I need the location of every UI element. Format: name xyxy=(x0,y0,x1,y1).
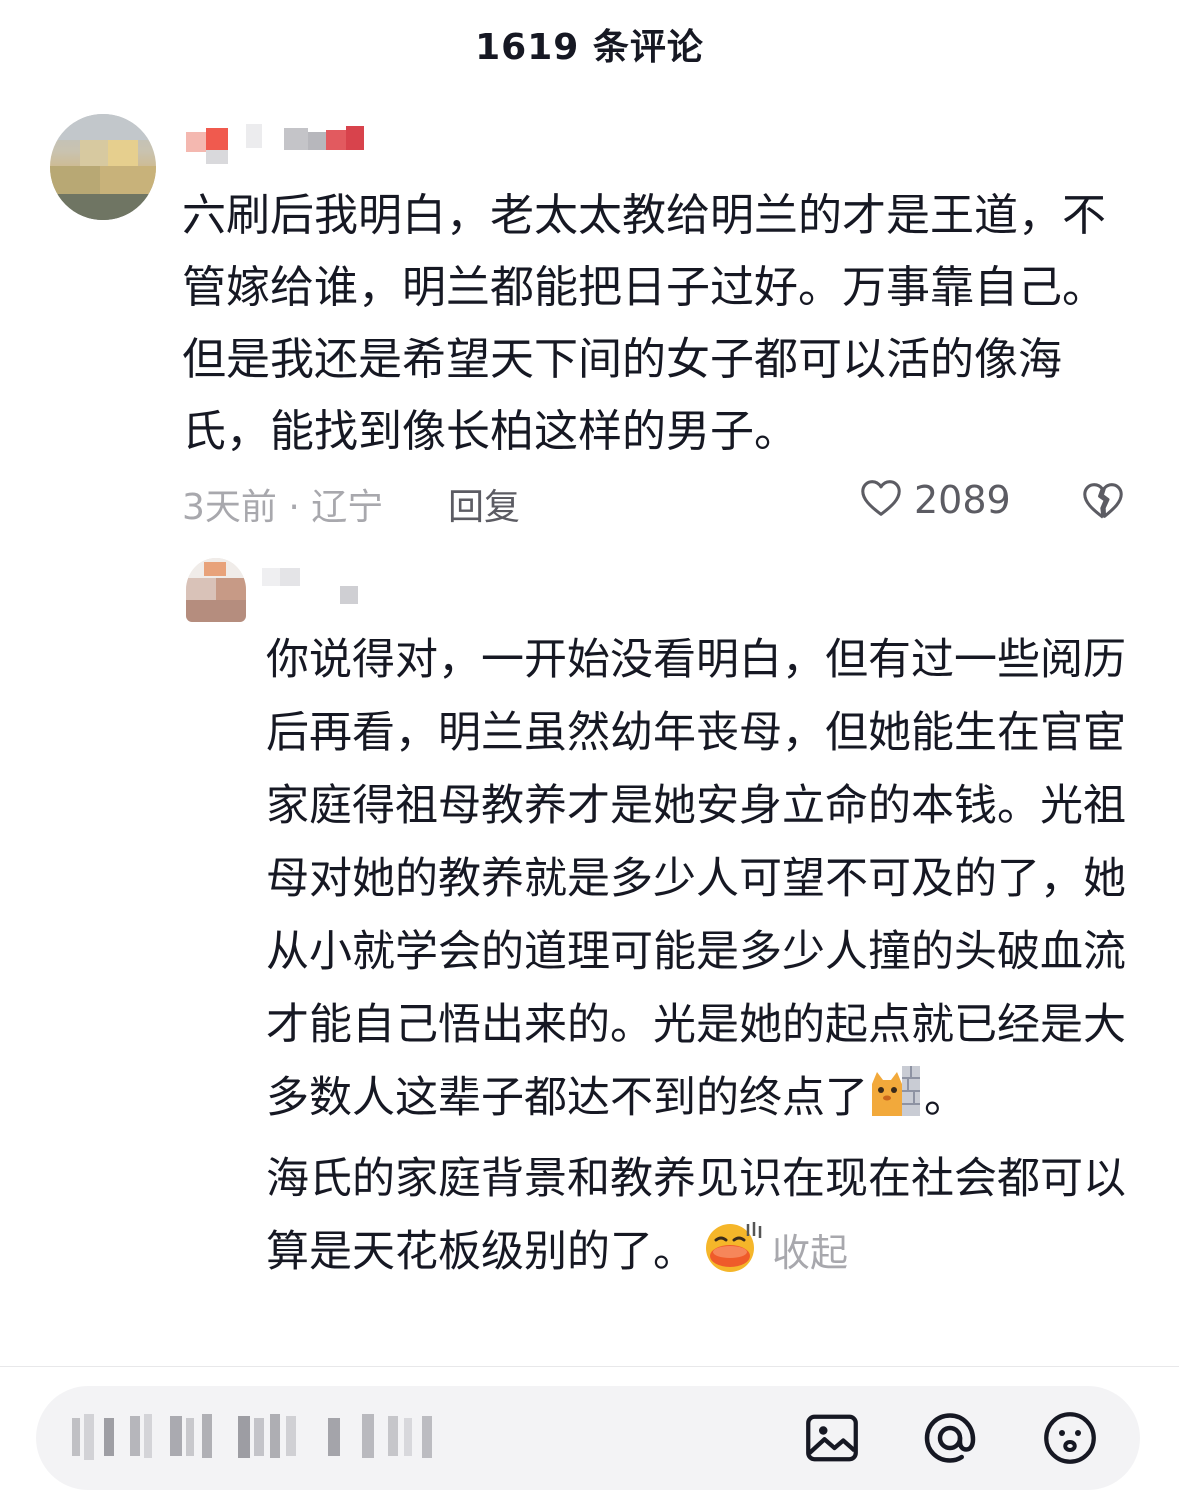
commenter-username-blurred[interactable] xyxy=(186,124,366,164)
comment-body: 六刷后我明白，老太太教给明兰的才是王道，不管嫁给谁，明兰都能把日子过好。万事靠自… xyxy=(182,190,1106,457)
input-divider xyxy=(0,1366,1179,1367)
image-icon[interactable] xyxy=(802,1408,862,1468)
reply-paragraph-1: 你说得对，一开始没看明白，但有过一些阅历后再看，明兰虽然幼年丧母，但她能生在官宦… xyxy=(266,624,1136,1143)
reply-button[interactable]: 回复 xyxy=(448,478,520,530)
broken-heart-icon[interactable] xyxy=(1078,478,1128,528)
commenter-avatar[interactable] xyxy=(50,114,156,220)
collapse-link[interactable]: 收起 xyxy=(772,1231,848,1275)
input-placeholder-blurred xyxy=(72,1414,442,1460)
reply-body: 你说得对，一开始没看明白，但有过一些阅历后再看，明兰虽然幼年丧母，但她能生在官宦… xyxy=(266,624,1136,1297)
at-icon[interactable] xyxy=(920,1408,980,1468)
like-count: 2089 xyxy=(914,478,1011,522)
sweating-duck-emoji xyxy=(702,1218,762,1297)
reply-paragraph-2: 海氏的家庭背景和教养见识在现在社会都可以算是天花板级别的了。 收起 xyxy=(266,1143,1136,1297)
like-button[interactable]: 2089 xyxy=(858,475,1011,525)
reply-username-blurred[interactable] xyxy=(262,566,362,606)
comments-count-title: 1619 条评论 xyxy=(475,27,704,68)
heart-outline-icon xyxy=(858,475,904,525)
reply-avatar[interactable] xyxy=(186,558,246,622)
emoji-face-icon[interactable] xyxy=(1040,1408,1100,1468)
comment-meta: 3天前 · 辽宁 xyxy=(182,487,384,528)
cat-peeking-wall-emoji xyxy=(868,1064,924,1143)
